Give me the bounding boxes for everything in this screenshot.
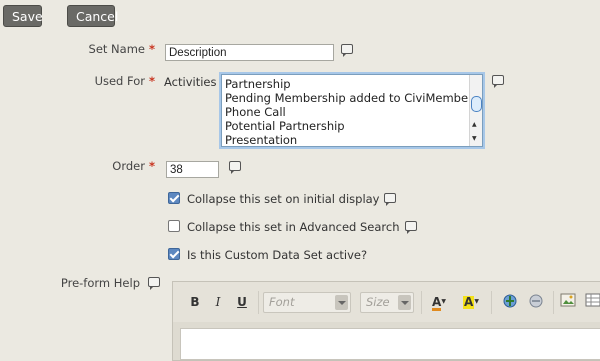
preform-help-label: Pre-form Help — [40, 276, 140, 290]
required-marker: * — [148, 159, 155, 173]
order-input[interactable] — [166, 161, 219, 178]
underline-button[interactable]: U — [233, 293, 251, 311]
save-button[interactable]: Save — [3, 5, 43, 27]
rich-text-editor[interactable]: B I U Font Size A▼ A▼ — [172, 281, 600, 361]
scroll-up-arrow-icon[interactable]: ▲ — [472, 121, 477, 128]
set-name-label-text: Set Name — [88, 42, 145, 56]
dropdown-arrow-icon: ▼ — [474, 298, 479, 305]
preform-help-label-text: Pre-form Help — [60, 276, 140, 290]
list-option[interactable]: Potential Partnership — [225, 119, 345, 133]
used-for-label-text: Used For — [94, 74, 145, 88]
background-color-icon: A — [463, 295, 475, 309]
text-color-icon: A — [432, 295, 442, 311]
help-icon[interactable] — [384, 193, 396, 206]
used-for-listbox[interactable]: Partnership Pending Membership added to … — [221, 74, 483, 147]
dropdown-arrow-icon: ▼ — [441, 298, 446, 305]
help-icon[interactable] — [405, 221, 417, 234]
chevron-down-icon[interactable] — [398, 295, 411, 310]
help-icon[interactable] — [148, 277, 160, 290]
editor-toolbar: B I U Font Size A▼ A▼ — [173, 282, 600, 322]
entity-label: Activities — [164, 75, 217, 89]
image-icon[interactable] — [559, 293, 577, 311]
set-name-label: Set Name * — [40, 42, 155, 56]
toolbar-separator — [491, 291, 492, 314]
unlink-icon[interactable] — [527, 293, 545, 311]
required-marker: * — [148, 74, 155, 88]
is-active-checkbox[interactable] — [168, 248, 180, 260]
table-icon[interactable] — [584, 293, 600, 311]
scroll-down-arrow-icon[interactable]: ▼ — [472, 135, 477, 142]
collapse-initial-label: Collapse this set on initial display — [187, 192, 380, 206]
list-option[interactable]: Partnership — [225, 77, 291, 91]
help-icon[interactable] — [341, 44, 353, 57]
collapse-initial-checkbox[interactable] — [168, 192, 180, 204]
scrollbar-thumb[interactable] — [471, 96, 482, 112]
collapse-advanced-search-label: Collapse this set in Advanced Search — [187, 220, 400, 234]
bold-button[interactable]: B — [186, 293, 204, 311]
text-color-button[interactable]: A▼ — [427, 293, 451, 311]
editor-content-area[interactable] — [180, 328, 600, 360]
chevron-down-icon[interactable] — [335, 295, 348, 310]
list-option[interactable]: Phone Call — [225, 105, 286, 119]
help-icon[interactable] — [229, 161, 241, 174]
listbox-scrollbar[interactable]: ▲ ▼ — [469, 75, 482, 146]
order-label-text: Order — [112, 159, 145, 173]
font-select-placeholder: Font — [269, 295, 295, 309]
list-option[interactable]: Pending Membership added to CiviMember — [225, 91, 473, 105]
background-color-button[interactable]: A▼ — [459, 293, 483, 311]
collapse-advanced-search-checkbox[interactable] — [168, 220, 180, 232]
toolbar-separator — [553, 291, 554, 314]
link-icon[interactable] — [501, 293, 519, 311]
set-name-input[interactable] — [165, 44, 334, 61]
cancel-button[interactable]: Cancel — [67, 5, 118, 27]
font-select[interactable]: Font — [263, 292, 351, 313]
order-label: Order * — [40, 159, 155, 173]
toolbar-separator — [421, 291, 422, 314]
required-marker: * — [148, 42, 155, 56]
size-select[interactable]: Size — [360, 292, 414, 313]
help-icon[interactable] — [492, 75, 504, 88]
used-for-label: Used For * — [40, 74, 155, 88]
is-active-label: Is this Custom Data Set active? — [187, 248, 368, 262]
italic-button[interactable]: I — [209, 293, 227, 311]
size-select-placeholder: Size — [366, 295, 390, 309]
toolbar-separator — [258, 291, 259, 314]
list-option[interactable]: Presentation — [225, 133, 297, 146]
